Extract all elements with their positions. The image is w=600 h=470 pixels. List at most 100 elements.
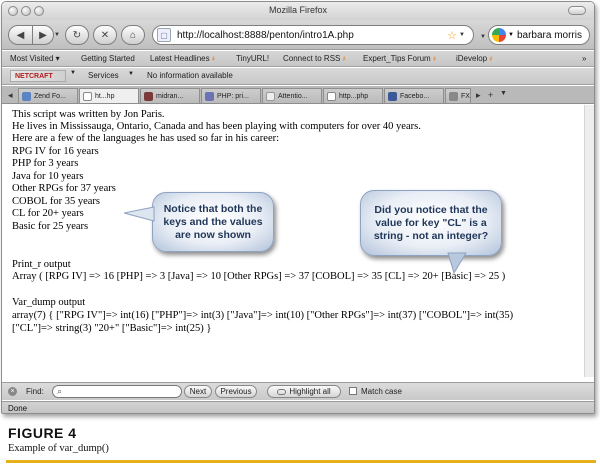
tab-midrange[interactable]: midran... [140,88,200,103]
favicon-icon [205,91,214,101]
favicon-icon [388,91,397,101]
tab-bar: ◂ Zend Fo... ht...hp midran... PHP: pri.… [2,86,594,104]
page-content: This script was written by Jon Paris. He… [2,105,594,377]
match-case-checkbox[interactable] [349,387,357,395]
title-bar: Mozilla Firefox [2,2,594,20]
content-line: COBOL for 35 years [12,196,100,207]
stop-button[interactable]: ✕ [93,25,117,45]
content-line: CL for 20+ years [12,208,84,219]
tab-label: Zend Fo... [34,92,66,100]
content-line: Var_dump output [12,297,86,308]
tab-label: Attentio... [278,92,308,100]
forward-button[interactable]: ▶ [32,25,54,45]
tab-http-php[interactable]: http...php [323,88,383,103]
content-line: Print_r output [12,259,71,270]
navigation-toolbar: ◀ ▶ ▼ ↻ ✕ ⌂ ▢ http://localhost:8888/pent… [2,20,594,50]
tab-facebook[interactable]: Facebo... [384,88,444,103]
bookmark-expert-tips-forum[interactable]: Expert_Tips Forum ҂ [363,54,436,63]
netcraft-logo[interactable]: NETCRAFT [10,70,66,82]
tab-attention[interactable]: Attentio... [262,88,322,103]
history-dropdown-button[interactable]: ▼ [54,25,60,45]
back-button[interactable]: ◀ [8,25,33,45]
services-menu[interactable]: Services [88,71,119,80]
highlight-all-label: Highlight all [289,387,331,396]
favicon-icon [266,91,275,101]
tab-label: Facebo... [400,92,430,100]
bookmark-tinyurl[interactable]: TinyURL! [236,54,269,63]
highlight-icon [277,388,287,395]
new-tab-icon[interactable]: + [488,90,493,100]
rss-icon: ҂ [342,57,346,63]
window-title: Mozilla Firefox [268,5,327,15]
vertical-scrollbar[interactable] [584,105,594,377]
forward-arrow-icon: ▶ [39,29,47,41]
bookmarks-overflow-button[interactable]: » [582,54,586,63]
tab-label: PHP: pri... [217,92,249,100]
content-line: RPG IV for 16 years [12,146,99,157]
callout-keys-values-text: Notice that both the keys and the values… [163,202,263,241]
find-input[interactable]: ⌕ [52,385,182,398]
toolbar-toggle-button[interactable] [568,6,586,15]
rss-icon: ҂ [432,57,436,63]
bookmark-connect-to-rss[interactable]: Connect to RSS ҂ [283,54,346,63]
bookmark-latest-headlines[interactable]: Latest Headlines ҂ [150,54,215,63]
tab-php[interactable]: PHP: pri... [201,88,261,103]
chevron-down-icon[interactable]: ▼ [128,71,134,77]
tab-scroll-left-icon[interactable]: ◂ [8,90,13,101]
url-bar[interactable]: ▢ http://localhost:8888/penton/intro1A.p… [152,25,474,45]
url-text[interactable]: http://localhost:8888/penton/intro1A.php [177,30,447,41]
bookmark-idevelop[interactable]: iDevelop ҂ [456,54,492,63]
bookmark-getting-started[interactable]: Getting Started [81,54,135,63]
content-line: Other RPGs for 37 years [12,183,116,194]
tab-label: FX [461,92,470,100]
reload-button[interactable]: ↻ [65,25,89,45]
favicon-icon [144,91,153,101]
stop-icon: ✕ [100,29,110,41]
magnifier-icon: ⌕ [57,386,63,396]
favicon-icon [22,91,31,101]
netcraft-toolbar: NETCRAFT ▼ Services ▼ No information ava… [2,68,594,85]
content-line: Java for 10 years [12,171,84,182]
find-bar: × Find: ⌕ Next Previous Highlight all Ma… [2,382,594,400]
rss-icon: ҂ [211,57,215,63]
status-text: Done [8,404,28,413]
chevron-down-icon: ▼ [54,32,60,38]
back-arrow-icon: ◀ [16,29,25,41]
search-box[interactable]: ▼ barbara morris [488,25,590,45]
match-case-label: Match case [361,387,402,396]
google-icon[interactable] [492,28,506,42]
tab-fx[interactable]: FX [445,88,471,103]
find-previous-button[interactable]: Previous [215,385,257,398]
content-line: array(7) { ["RPG IV"]=> int(16) ["PHP"]=… [12,310,514,321]
status-bar: Done [2,401,594,413]
all-tabs-chevron-icon[interactable]: ▼ [500,90,507,97]
find-next-button[interactable]: Next [184,385,212,398]
home-button[interactable]: ⌂ [121,25,145,45]
tab-label: midran... [156,92,184,100]
content-line: Basic for 25 years [12,221,89,232]
tab-scroll-right-icon[interactable]: ▸ [476,90,481,101]
favicon-icon [449,91,458,101]
search-engine-chevron-icon[interactable]: ▼ [480,34,486,40]
content-line: He lives in Mississauga, Ontario, Canada… [12,121,421,132]
url-history-chevron-icon[interactable]: ▼ [459,32,465,38]
search-input-value[interactable]: barbara morris [517,30,582,41]
callout-cl-string-text: Did you notice that the value for key "C… [373,203,489,242]
search-chevron-icon: ▼ [508,32,514,38]
rss-icon: ҂ [489,57,493,63]
reload-icon: ↻ [72,29,82,41]
browser-window: Mozilla Firefox ◀ ▶ ▼ ↻ ✕ ⌂ ▢ http://loc… [1,1,595,414]
callout-right-tail [447,252,467,275]
bookmark-star-icon[interactable]: ☆ [447,29,457,42]
site-identity-icon[interactable]: ▢ [157,28,171,42]
tab-zend[interactable]: Zend Fo... [18,88,78,103]
chevron-down-icon[interactable]: ▼ [70,70,76,76]
home-icon: ⌂ [129,29,137,41]
content-line: ["CL"]=> string(3) "20+" ["Basic"]=> int… [12,323,212,334]
bookmark-most-visited[interactable]: Most Visited ▾ [10,54,60,63]
highlight-all-button[interactable]: Highlight all [267,385,341,398]
tab-label: http...php [339,92,369,100]
content-line: This script was written by Jon Paris. [12,109,165,120]
tab-http[interactable]: ht...hp [79,88,139,103]
close-find-bar-icon[interactable]: × [8,387,17,396]
